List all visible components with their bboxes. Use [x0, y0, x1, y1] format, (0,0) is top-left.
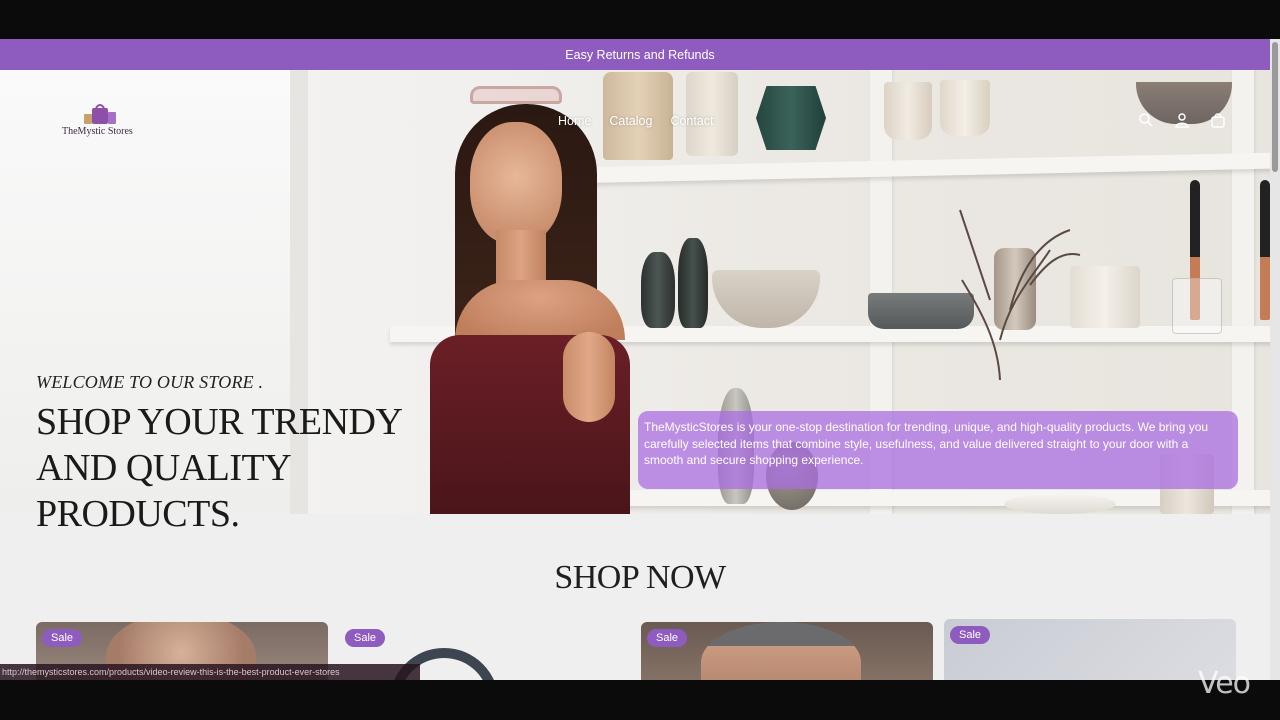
watermark-text: Veo	[1198, 666, 1251, 701]
nav-home[interactable]: Home	[558, 114, 591, 128]
hero-title: SHOP YOUR TRENDY AND QUALITY PRODUCTS.	[36, 401, 402, 535]
nav-contact[interactable]: Contact	[670, 114, 713, 128]
candle-decor	[1260, 180, 1270, 320]
hero-text-block: WELCOME TO OUR STORE . SHOP YOUR TRENDY …	[36, 372, 436, 537]
nav-catalog[interactable]: Catalog	[609, 114, 652, 128]
video-letterbox-bottom	[0, 680, 1280, 720]
sale-badge: Sale	[950, 626, 991, 644]
page-scrollbar[interactable]	[1270, 39, 1280, 680]
product-image	[701, 622, 861, 680]
video-caption-overlay: http://themysticstores.com/products/vide…	[0, 664, 420, 680]
cart-icon[interactable]	[1210, 112, 1226, 128]
glass-decor	[1172, 278, 1222, 334]
announcement-bar: Easy Returns and Refunds	[0, 39, 1280, 70]
product-card[interactable]: Sale	[944, 619, 1236, 680]
hero-description: TheMysticStores is your one-stop destina…	[638, 411, 1238, 489]
bowl-decor	[1004, 494, 1116, 514]
announcement-text: Easy Returns and Refunds	[565, 47, 715, 62]
sale-badge: Sale	[647, 629, 688, 647]
bowl-decor	[712, 270, 820, 328]
sculpture-decor	[678, 238, 708, 328]
model-hand	[563, 332, 615, 422]
branch-decor	[959, 209, 1081, 381]
site-header: TheMystic Stores Home Catalog Contact	[0, 70, 1280, 170]
video-letterbox-top	[0, 0, 1280, 39]
header-icons	[1138, 112, 1226, 128]
sale-badge: Sale	[42, 629, 83, 647]
store-page: Easy Returns and Refunds TheMystic Store…	[0, 39, 1280, 680]
store-logo[interactable]: TheMystic Stores	[62, 102, 142, 142]
logo-bag-icon	[84, 104, 116, 124]
hero-subtitle: WELCOME TO OUR STORE .	[36, 372, 264, 392]
search-icon[interactable]	[1138, 112, 1154, 128]
product-card[interactable]: Sale	[641, 622, 933, 680]
account-icon[interactable]	[1174, 112, 1190, 128]
sale-badge: Sale	[345, 629, 386, 647]
section-title: SHOP NOW	[554, 559, 726, 596]
sculpture-decor	[641, 252, 675, 328]
scrollbar-thumb[interactable]	[1272, 42, 1278, 172]
logo-text: TheMystic Stores	[62, 126, 133, 137]
main-nav: Home Catalog Contact	[558, 114, 714, 128]
